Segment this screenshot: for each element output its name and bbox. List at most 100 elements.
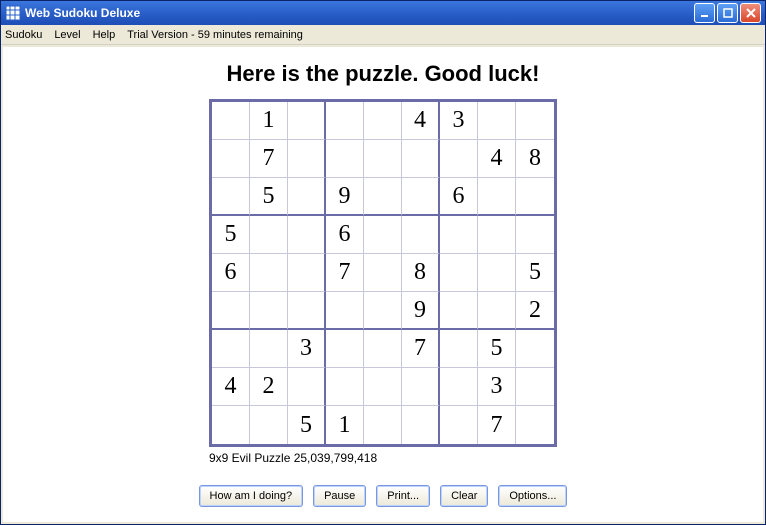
clear-button[interactable]: Clear bbox=[440, 485, 488, 507]
sudoku-cell[interactable] bbox=[364, 216, 402, 254]
menubar: Sudoku Level Help Trial Version - 59 min… bbox=[1, 25, 765, 45]
sudoku-cell[interactable] bbox=[288, 178, 326, 216]
sudoku-cell[interactable]: 1 bbox=[250, 102, 288, 140]
sudoku-cell[interactable]: 6 bbox=[212, 254, 250, 292]
sudoku-cell[interactable]: 6 bbox=[440, 178, 478, 216]
sudoku-cell[interactable]: 7 bbox=[250, 140, 288, 178]
sudoku-cell[interactable]: 3 bbox=[440, 102, 478, 140]
sudoku-cell[interactable] bbox=[250, 330, 288, 368]
sudoku-cell[interactable]: 7 bbox=[402, 330, 440, 368]
sudoku-cell[interactable] bbox=[402, 140, 440, 178]
sudoku-cell[interactable] bbox=[440, 254, 478, 292]
sudoku-cell[interactable] bbox=[288, 254, 326, 292]
sudoku-cell[interactable]: 1 bbox=[326, 406, 364, 444]
trial-status: Trial Version - 59 minutes remaining bbox=[127, 29, 303, 41]
how-am-i-doing-button[interactable]: How am I doing? bbox=[199, 485, 304, 507]
sudoku-cell[interactable]: 5 bbox=[250, 178, 288, 216]
sudoku-cell[interactable] bbox=[212, 102, 250, 140]
sudoku-cell[interactable]: 5 bbox=[212, 216, 250, 254]
sudoku-cell[interactable]: 2 bbox=[516, 292, 554, 330]
sudoku-grid: 14374859656678592375423517 bbox=[209, 99, 557, 447]
sudoku-cell[interactable] bbox=[516, 216, 554, 254]
sudoku-cell[interactable] bbox=[288, 140, 326, 178]
sudoku-cell[interactable]: 5 bbox=[288, 406, 326, 444]
sudoku-container: 14374859656678592375423517 9x9 Evil Puzz… bbox=[209, 99, 557, 465]
pause-button[interactable]: Pause bbox=[313, 485, 366, 507]
sudoku-cell[interactable] bbox=[402, 178, 440, 216]
sudoku-cell[interactable] bbox=[478, 102, 516, 140]
sudoku-cell[interactable] bbox=[212, 292, 250, 330]
sudoku-cell[interactable] bbox=[288, 368, 326, 406]
sudoku-cell[interactable] bbox=[440, 216, 478, 254]
sudoku-cell[interactable] bbox=[326, 292, 364, 330]
sudoku-cell[interactable] bbox=[478, 216, 516, 254]
sudoku-cell[interactable] bbox=[364, 102, 402, 140]
sudoku-cell[interactable] bbox=[364, 254, 402, 292]
sudoku-cell[interactable] bbox=[364, 140, 402, 178]
sudoku-cell[interactable] bbox=[478, 254, 516, 292]
sudoku-cell[interactable] bbox=[440, 406, 478, 444]
sudoku-cell[interactable] bbox=[364, 368, 402, 406]
sudoku-cell[interactable] bbox=[516, 102, 554, 140]
maximize-button[interactable] bbox=[717, 3, 738, 23]
sudoku-cell[interactable]: 9 bbox=[402, 292, 440, 330]
sudoku-cell[interactable]: 5 bbox=[478, 330, 516, 368]
sudoku-cell[interactable] bbox=[326, 330, 364, 368]
sudoku-cell[interactable]: 8 bbox=[516, 140, 554, 178]
sudoku-cell[interactable]: 4 bbox=[402, 102, 440, 140]
page-title: Here is the puzzle. Good luck! bbox=[227, 61, 540, 87]
sudoku-cell[interactable]: 8 bbox=[402, 254, 440, 292]
sudoku-cell[interactable] bbox=[288, 102, 326, 140]
sudoku-cell[interactable] bbox=[516, 178, 554, 216]
options-button[interactable]: Options... bbox=[498, 485, 567, 507]
sudoku-cell[interactable] bbox=[326, 102, 364, 140]
sudoku-cell[interactable] bbox=[516, 368, 554, 406]
sudoku-cell[interactable] bbox=[250, 292, 288, 330]
sudoku-cell[interactable] bbox=[478, 178, 516, 216]
minimize-button[interactable] bbox=[694, 3, 715, 23]
sudoku-cell[interactable] bbox=[326, 368, 364, 406]
sudoku-cell[interactable] bbox=[212, 178, 250, 216]
sudoku-cell[interactable]: 7 bbox=[478, 406, 516, 444]
sudoku-cell[interactable]: 2 bbox=[250, 368, 288, 406]
sudoku-cell[interactable]: 3 bbox=[478, 368, 516, 406]
sudoku-cell[interactable] bbox=[364, 406, 402, 444]
sudoku-cell[interactable] bbox=[402, 406, 440, 444]
sudoku-cell[interactable]: 9 bbox=[326, 178, 364, 216]
sudoku-cell[interactable] bbox=[440, 140, 478, 178]
sudoku-cell[interactable]: 6 bbox=[326, 216, 364, 254]
app-icon bbox=[5, 5, 21, 21]
sudoku-cell[interactable] bbox=[212, 406, 250, 444]
sudoku-cell[interactable] bbox=[440, 368, 478, 406]
print-button[interactable]: Print... bbox=[376, 485, 430, 507]
menu-help[interactable]: Help bbox=[93, 29, 116, 41]
sudoku-cell[interactable] bbox=[212, 330, 250, 368]
sudoku-cell[interactable] bbox=[364, 292, 402, 330]
sudoku-cell[interactable] bbox=[250, 216, 288, 254]
sudoku-cell[interactable] bbox=[288, 292, 326, 330]
sudoku-cell[interactable] bbox=[516, 330, 554, 368]
close-button[interactable] bbox=[740, 3, 761, 23]
sudoku-cell[interactable] bbox=[250, 254, 288, 292]
sudoku-cell[interactable] bbox=[364, 178, 402, 216]
menu-level[interactable]: Level bbox=[54, 29, 80, 41]
sudoku-cell[interactable]: 4 bbox=[478, 140, 516, 178]
sudoku-cell[interactable] bbox=[440, 292, 478, 330]
sudoku-cell[interactable] bbox=[402, 216, 440, 254]
sudoku-cell[interactable] bbox=[516, 406, 554, 444]
sudoku-cell[interactable]: 7 bbox=[326, 254, 364, 292]
sudoku-cell[interactable] bbox=[250, 406, 288, 444]
sudoku-cell[interactable] bbox=[326, 140, 364, 178]
sudoku-cell[interactable]: 4 bbox=[212, 368, 250, 406]
menu-sudoku[interactable]: Sudoku bbox=[5, 29, 42, 41]
sudoku-cell[interactable] bbox=[402, 368, 440, 406]
sudoku-cell[interactable] bbox=[478, 292, 516, 330]
sudoku-cell[interactable] bbox=[440, 330, 478, 368]
sudoku-cell[interactable] bbox=[288, 216, 326, 254]
titlebar: Web Sudoku Deluxe bbox=[1, 1, 765, 25]
window-controls bbox=[694, 3, 761, 23]
sudoku-cell[interactable] bbox=[364, 330, 402, 368]
sudoku-cell[interactable]: 3 bbox=[288, 330, 326, 368]
sudoku-cell[interactable] bbox=[212, 140, 250, 178]
sudoku-cell[interactable]: 5 bbox=[516, 254, 554, 292]
